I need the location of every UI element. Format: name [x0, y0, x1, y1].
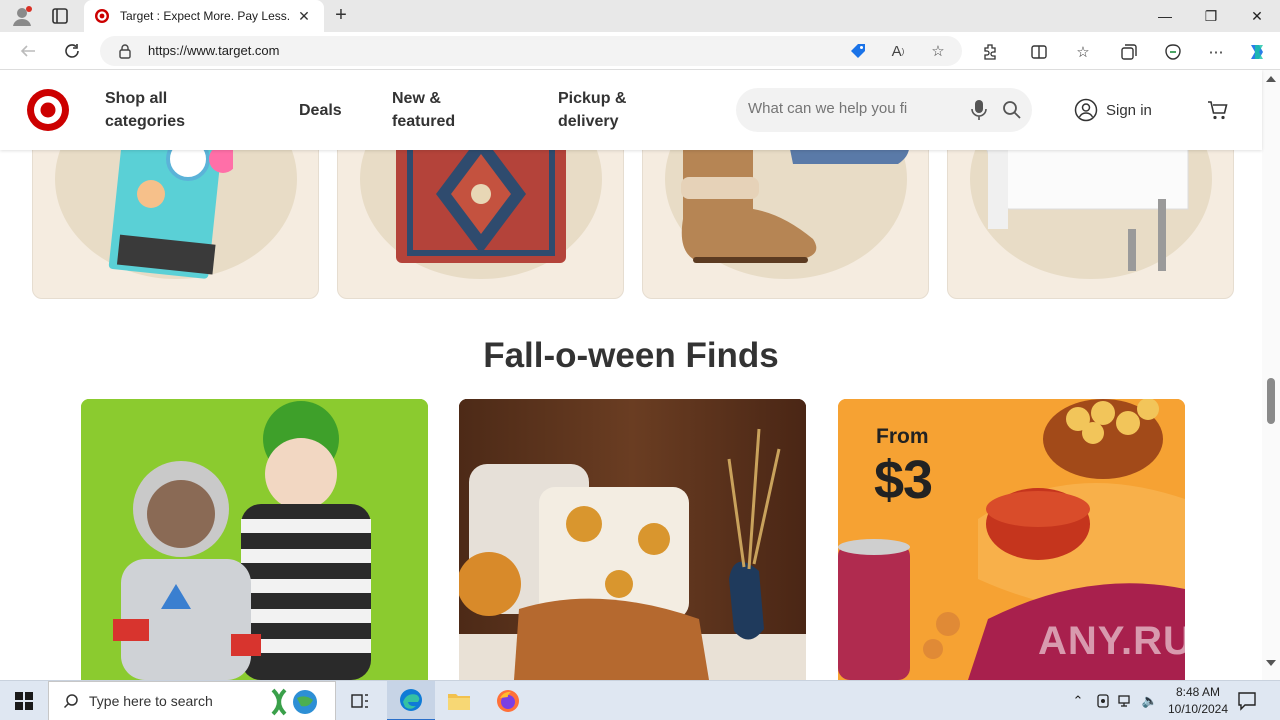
- boots-image: [681, 139, 910, 263]
- browser-toolbar: https://www.target.com A) ☆ ☆ ⋯: [0, 32, 1280, 70]
- task-view-icon[interactable]: [336, 681, 384, 720]
- extensions-icon[interactable]: [980, 41, 1002, 63]
- section-title: Fall-o-ween Finds: [483, 336, 779, 375]
- promo-price: $3: [874, 450, 933, 510]
- promo-tile-decor[interactable]: [459, 399, 806, 680]
- target-favicon-icon: [94, 8, 110, 24]
- url-text[interactable]: https://www.target.com: [148, 43, 280, 58]
- fall-decor-image: [459, 399, 806, 680]
- taskbar-clock[interactable]: 8:48 AM 10/10/2024: [1160, 684, 1236, 718]
- cart-icon[interactable]: [1206, 98, 1230, 122]
- tab-title: Target : Expect More. Pay Less.: [120, 9, 291, 23]
- split-screen-icon[interactable]: [1028, 41, 1050, 63]
- microphone-icon[interactable]: [970, 99, 988, 121]
- taskbar-search-icon: [63, 694, 78, 709]
- favorites-icon[interactable]: ☆: [1072, 41, 1094, 63]
- search-input[interactable]: [748, 100, 920, 117]
- promo-from-label: From: [876, 425, 929, 448]
- search-icon[interactable]: [1002, 100, 1022, 120]
- windows-logo-icon: [15, 692, 33, 710]
- anyrun-watermark: ANY.RUN: [1038, 619, 1185, 663]
- refresh-icon[interactable]: [60, 39, 84, 63]
- more-options-icon[interactable]: ⋯: [1205, 41, 1227, 63]
- active-tab[interactable]: Target : Expect More. Pay Less. ✕: [84, 0, 324, 32]
- maximize-button[interactable]: ❐: [1188, 0, 1234, 32]
- volume-icon[interactable]: 🔈: [1140, 691, 1160, 711]
- lock-icon[interactable]: [118, 43, 132, 59]
- network-icon[interactable]: [1116, 691, 1136, 711]
- browser-tabstrip: Target : Expect More. Pay Less. ✕ + — ❐ …: [0, 0, 1280, 32]
- nav-new-featured[interactable]: New & featured: [392, 87, 472, 133]
- scroll-thumb[interactable]: [1267, 378, 1275, 424]
- sign-in-label: Sign in: [1106, 101, 1152, 119]
- new-tab-button[interactable]: +: [330, 5, 352, 27]
- costume-kids-image: [81, 399, 428, 680]
- nav-deals[interactable]: Deals: [299, 99, 342, 122]
- rug-image: [396, 139, 566, 263]
- edge-taskbar-icon[interactable]: [387, 681, 435, 720]
- scroll-up-arrow-icon[interactable]: [1266, 76, 1276, 82]
- clock-time: 8:48 AM: [1175, 685, 1221, 699]
- product-card-boots[interactable]: [642, 138, 929, 299]
- minimize-button[interactable]: —: [1142, 0, 1188, 32]
- profile-icon[interactable]: [10, 4, 34, 28]
- start-button[interactable]: [0, 681, 48, 720]
- product-card-rug[interactable]: [337, 138, 624, 299]
- account-icon: [1074, 98, 1098, 122]
- promo-tile-costumes[interactable]: [81, 399, 428, 680]
- tab-actions-icon[interactable]: [48, 6, 72, 26]
- product-card-toy[interactable]: [32, 138, 319, 299]
- file-explorer-icon[interactable]: [435, 681, 483, 720]
- nav-shop-all-categories[interactable]: Shop all categories: [105, 87, 215, 133]
- close-window-button[interactable]: ✕: [1234, 0, 1280, 32]
- nav-pickup-delivery[interactable]: Pickup & delivery: [558, 87, 648, 133]
- promo-tile-snacks[interactable]: From $3 ANY.RUN: [838, 399, 1185, 680]
- target-logo-icon[interactable]: [26, 88, 70, 132]
- site-header: Shop all categories Deals New & featured…: [0, 70, 1262, 150]
- favorite-star-icon[interactable]: ☆: [928, 41, 948, 61]
- address-bar[interactable]: https://www.target.com A) ☆: [100, 36, 962, 66]
- back-arrow-icon[interactable]: [16, 39, 40, 63]
- sign-in-button[interactable]: Sign in: [1074, 98, 1152, 122]
- clock-date: 10/10/2024: [1167, 702, 1229, 716]
- product-card-desk[interactable]: [947, 138, 1234, 299]
- taskbar-search[interactable]: Type here to search: [48, 681, 336, 720]
- collections-icon[interactable]: [1118, 41, 1140, 63]
- taskbar-search-placeholder: Type here to search: [89, 693, 213, 709]
- page-viewport: Fall-o-ween Finds From $3 ANY.RU Shop al…: [0, 70, 1280, 680]
- tray-chevron-icon[interactable]: ⌃: [1068, 691, 1088, 711]
- tab-close-button[interactable]: ✕: [294, 6, 314, 26]
- scroll-down-arrow-icon[interactable]: [1266, 660, 1276, 666]
- tray-device-icon[interactable]: [1093, 691, 1113, 711]
- search-box[interactable]: [736, 88, 1032, 132]
- shopping-tag-icon[interactable]: [848, 41, 868, 61]
- read-aloud-icon[interactable]: A): [888, 41, 908, 61]
- notifications-icon[interactable]: [1236, 690, 1258, 712]
- search-highlight-icon: [271, 688, 317, 716]
- copilot-icon[interactable]: [1246, 41, 1268, 63]
- browser-essentials-icon[interactable]: [1162, 41, 1184, 63]
- toy-box-image: [108, 139, 233, 279]
- windows-taskbar: Type here to search ⌃ 🔈 8:48 AM 10/10/20…: [0, 680, 1280, 720]
- page-scrollbar[interactable]: [1262, 70, 1280, 680]
- desk-image: [982, 139, 1189, 271]
- firefox-icon[interactable]: [484, 681, 532, 720]
